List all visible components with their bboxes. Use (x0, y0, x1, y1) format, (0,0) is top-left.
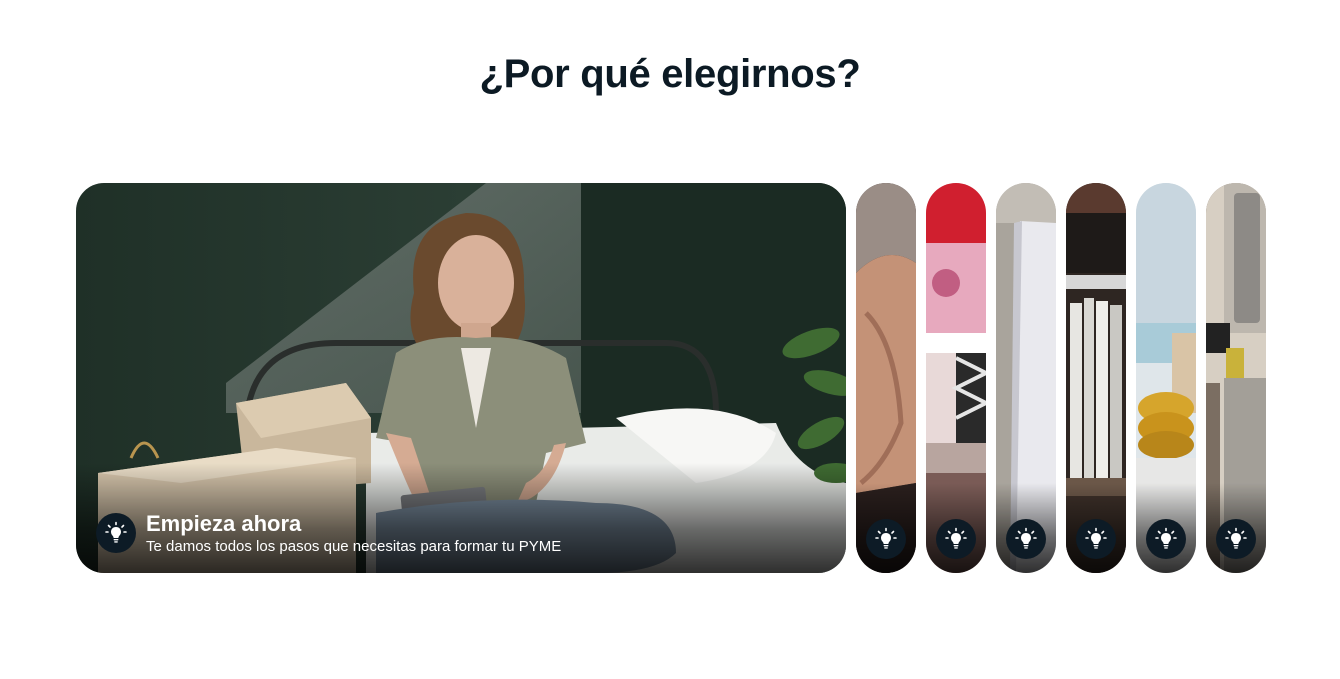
feature-card-3[interactable] (926, 183, 986, 573)
feature-card-start-now[interactable]: Empieza ahora Te damos todos los pasos q… (76, 183, 846, 573)
feature-card-2[interactable] (856, 183, 916, 573)
section-title: ¿Por qué elegirnos? (479, 52, 861, 96)
card-caption: Empieza ahora Te damos todos los pasos q… (146, 511, 561, 557)
lightbulb-icon (866, 519, 906, 559)
lightbulb-icon (96, 513, 136, 553)
feature-card-5[interactable] (1066, 183, 1126, 573)
lightbulb-icon (1216, 519, 1256, 559)
feature-cards: Empieza ahora Te damos todos los pasos q… (76, 183, 1266, 573)
feature-card-7[interactable] (1206, 183, 1266, 573)
card-title: Empieza ahora (146, 511, 302, 536)
card-description: Te damos todos los pasos que necesitas p… (146, 538, 562, 555)
feature-card-4[interactable] (996, 183, 1056, 573)
feature-card-6[interactable] (1136, 183, 1196, 573)
lightbulb-icon (1146, 519, 1186, 559)
lightbulb-icon (1076, 519, 1116, 559)
why-choose-us-section: ¿Por qué elegirnos? Empieza ahora Te dam… (0, 0, 1340, 679)
lightbulb-icon (1006, 519, 1046, 559)
lightbulb-icon (936, 519, 976, 559)
